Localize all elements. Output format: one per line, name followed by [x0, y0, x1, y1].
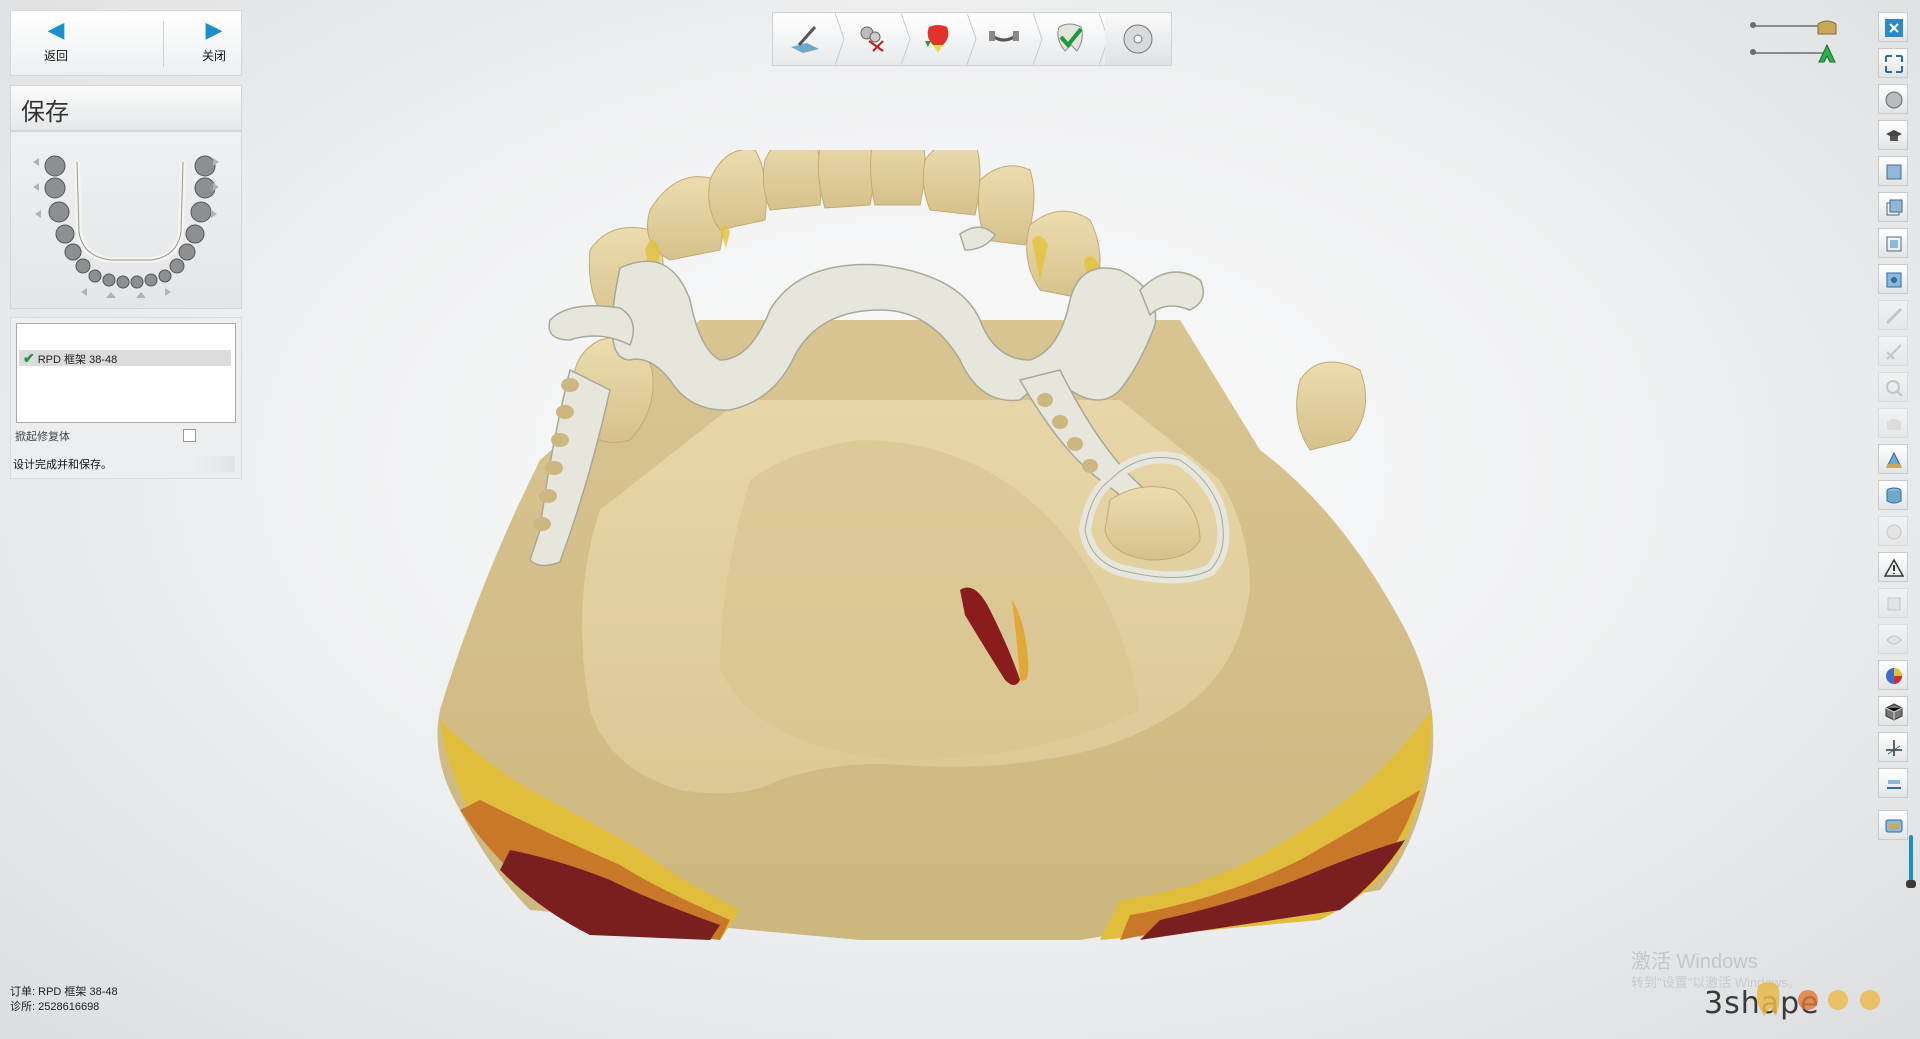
arrow-right-icon: ▶: [205, 17, 223, 42]
view-front-button[interactable]: [1878, 156, 1908, 186]
model-icon: [1817, 20, 1837, 35]
tool-a-icon: [1885, 307, 1903, 325]
tool-b-icon: [1886, 344, 1902, 360]
tool-c-button[interactable]: [1878, 372, 1908, 402]
tool-e-icon: [1886, 524, 1902, 540]
order-info: 订单: RPD 框架 38-48: [10, 983, 118, 999]
step-title-box: 保存: [10, 85, 242, 131]
framework-icon: [989, 31, 1019, 42]
tooth-chart[interactable]: [10, 131, 242, 309]
disc-icon: [1123, 24, 1153, 54]
survey-step-button[interactable]: [773, 13, 839, 65]
tool-f-icon: [1887, 597, 1901, 611]
arrow-left-icon: ◀: [47, 17, 65, 42]
page-title: 保存: [21, 99, 69, 126]
list-item[interactable]: ✔ RPD 框架 38-48: [19, 350, 231, 366]
model-icon: [1886, 451, 1902, 468]
tool-d-button[interactable]: [1878, 408, 1908, 438]
slider-knob[interactable]: [1750, 49, 1756, 55]
cube-icon: [1885, 703, 1903, 721]
color-button[interactable]: [1878, 660, 1908, 690]
tool-e-button[interactable]: [1878, 516, 1908, 546]
cap-icon: [1886, 130, 1902, 141]
framework-step-button[interactable]: [971, 13, 1037, 65]
checkmark-icon: ✔: [23, 350, 35, 366]
view-side-icon: [1886, 199, 1903, 216]
warning-button[interactable]: [1878, 552, 1908, 582]
view-icon: [1885, 91, 1903, 109]
fullscreen-icon: [1885, 55, 1903, 73]
color-icon: [1886, 668, 1902, 684]
model-opacity-slider[interactable]: [1754, 25, 1824, 27]
close-label: 关闭: [201, 49, 226, 63]
activation-watermark-title: 激活 Windows: [1631, 951, 1758, 973]
view-3d-icon: [1886, 272, 1902, 288]
clinic-label: 诊所:: [10, 1001, 36, 1013]
close-view-button[interactable]: [1878, 12, 1908, 42]
order-value: RPD 框架 38-48: [38, 986, 118, 998]
view-front-icon: [1886, 164, 1902, 180]
view-top-icon: [1886, 236, 1902, 252]
slider-button[interactable]: [1878, 768, 1908, 798]
axis-icon: [1886, 740, 1902, 756]
cylinder-icon: [1886, 487, 1902, 504]
navigation-box: ◀ 返回 ▶ 关闭: [10, 10, 242, 76]
option-label: 掀起修复体: [15, 431, 70, 443]
divider: [163, 21, 164, 67]
tool-d-icon: [1887, 419, 1901, 430]
view-button[interactable]: [1878, 84, 1908, 114]
case-list-panel: ✔ RPD 框架 38-48 掀起修复体 设计完成并和保存。: [10, 317, 242, 479]
dental-model-viewport[interactable]: [420, 150, 1560, 970]
back-label: 返回: [43, 49, 68, 63]
cube-button[interactable]: [1878, 696, 1908, 726]
scanner-icon: [1885, 819, 1903, 833]
fullscreen-button[interactable]: [1878, 48, 1908, 78]
view-side-button[interactable]: [1878, 192, 1908, 222]
tooth-check-icon: [1057, 23, 1083, 52]
cap-button[interactable]: [1878, 120, 1908, 150]
case-list: ✔ RPD 框架 38-48: [16, 323, 236, 423]
close-icon: [1885, 19, 1903, 37]
cylinder-button[interactable]: [1878, 480, 1908, 510]
slider-knob[interactable]: [1750, 22, 1756, 28]
tool-f-button[interactable]: [1878, 588, 1908, 618]
scanner-button[interactable]: [1878, 810, 1908, 840]
tool-a-button[interactable]: [1878, 300, 1908, 330]
site-logo-icon: [1756, 982, 1880, 1016]
status-text: 设计完成并和保存。: [13, 456, 235, 472]
tool-g-button[interactable]: [1878, 624, 1908, 654]
list-item-label: RPD 框架 38-48: [37, 354, 118, 366]
warning-icon: [1884, 558, 1904, 577]
save-step-button[interactable]: [1105, 13, 1171, 65]
framework-opacity-slider[interactable]: [1754, 52, 1824, 54]
view-top-button[interactable]: [1878, 228, 1908, 258]
tooth-arch-icon: [33, 155, 219, 298]
close-button[interactable]: ▶ 关闭: [179, 17, 249, 71]
tool-b-button[interactable]: [1878, 336, 1908, 366]
vertical-slider-knob[interactable]: [1906, 880, 1916, 888]
cutout-step-button[interactable]: [839, 13, 905, 65]
view-3d-button[interactable]: [1878, 264, 1908, 294]
model-button[interactable]: [1878, 444, 1908, 474]
scissors-icon: [860, 26, 884, 52]
vertical-slider[interactable]: [1909, 835, 1913, 885]
survey-pen-icon: [791, 26, 819, 53]
back-button[interactable]: ◀ 返回: [21, 17, 91, 71]
clinic-info: 诊所: 2528616698: [10, 998, 99, 1014]
workflow-toolbar: [772, 12, 1172, 66]
option-checkbox[interactable]: [183, 429, 196, 442]
slider-icon: [1887, 780, 1901, 789]
tooth-color-icon: [925, 25, 949, 53]
right-toolbar: [1876, 12, 1910, 892]
verify-step-button[interactable]: [1037, 13, 1103, 65]
blockout-step-button[interactable]: [905, 13, 971, 65]
clinic-value: 2528616698: [38, 1001, 100, 1013]
axis-button[interactable]: [1878, 732, 1908, 762]
framework-green-icon: [1818, 43, 1836, 63]
order-label: 订单:: [10, 986, 36, 998]
tool-g-icon: [1886, 635, 1902, 645]
tool-c-icon: [1886, 380, 1903, 397]
